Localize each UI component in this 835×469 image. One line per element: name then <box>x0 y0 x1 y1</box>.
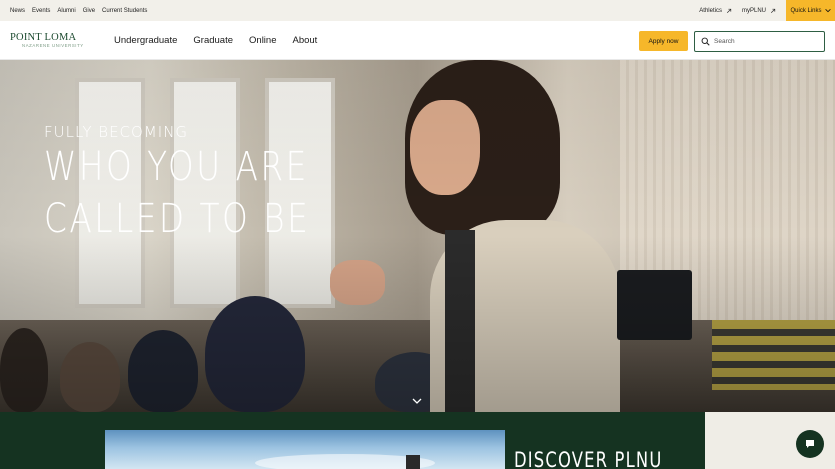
chevron-down-icon[interactable] <box>412 397 422 405</box>
athletics-label: Athletics <box>699 7 722 14</box>
hero-kicker: FULLY BECOMING <box>44 123 189 141</box>
utility-links: News Events Alumni Give Current Students <box>0 8 147 14</box>
external-link-icon <box>770 8 776 13</box>
hero-banner: FULLY BECOMING WHO YOU ARE CALLED TO BE <box>0 60 835 412</box>
search-box[interactable] <box>694 31 825 52</box>
nav-undergraduate[interactable]: Undergraduate <box>114 35 177 46</box>
logo-top-text: POINT LOMA <box>10 32 77 43</box>
chat-button[interactable] <box>796 430 824 458</box>
utility-link-alumni[interactable]: Alumni <box>57 8 75 14</box>
plnu-logo[interactable]: POINT LOMA NAZARENE UNIVERSITY <box>10 32 98 52</box>
external-link-icon <box>726 8 732 13</box>
nav-about[interactable]: About <box>292 35 317 46</box>
quick-links-button[interactable]: Quick Links <box>786 0 835 21</box>
chevron-down-icon <box>824 9 831 13</box>
utility-link-news[interactable]: News <box>10 8 25 14</box>
hero-headline-line-1: WHO YOU ARE <box>44 144 309 190</box>
athletics-link[interactable]: Athletics <box>699 8 732 14</box>
discover-image-tower <box>406 455 420 469</box>
utility-link-current-students[interactable]: Current Students <box>102 8 147 14</box>
myplnu-link[interactable]: myPLNU <box>742 8 776 14</box>
logo-wordmark: POINT LOMA <box>10 32 98 43</box>
discover-image <box>105 430 505 469</box>
logo-subtitle: NAZARENE UNIVERSITY <box>22 43 84 48</box>
nav-online[interactable]: Online <box>249 35 276 46</box>
utility-bar: News Events Alumni Give Current Students… <box>0 0 835 21</box>
search-icon <box>701 37 710 46</box>
myplnu-label: myPLNU <box>741 7 766 14</box>
chat-icon <box>806 440 814 448</box>
utility-link-events[interactable]: Events <box>32 8 50 14</box>
main-nav: POINT LOMA NAZARENE UNIVERSITY Undergrad… <box>0 21 835 60</box>
quick-links-label: Quick Links <box>790 7 822 14</box>
utility-link-give[interactable]: Give <box>83 8 95 14</box>
nav-graduate[interactable]: Graduate <box>193 35 233 46</box>
discover-title: DISCOVER PLNU <box>514 448 663 469</box>
hero-headline-line-2: CALLED TO BE <box>44 196 311 242</box>
apply-now-button[interactable]: Apply now <box>639 31 688 51</box>
utility-right: Athletics myPLNU Quick Links <box>699 0 835 21</box>
search-input[interactable] <box>714 38 814 45</box>
primary-nav: Undergraduate Graduate Online About <box>114 21 317 60</box>
hero-headline-group: FULLY BECOMING WHO YOU ARE CALLED TO BE <box>44 123 369 245</box>
